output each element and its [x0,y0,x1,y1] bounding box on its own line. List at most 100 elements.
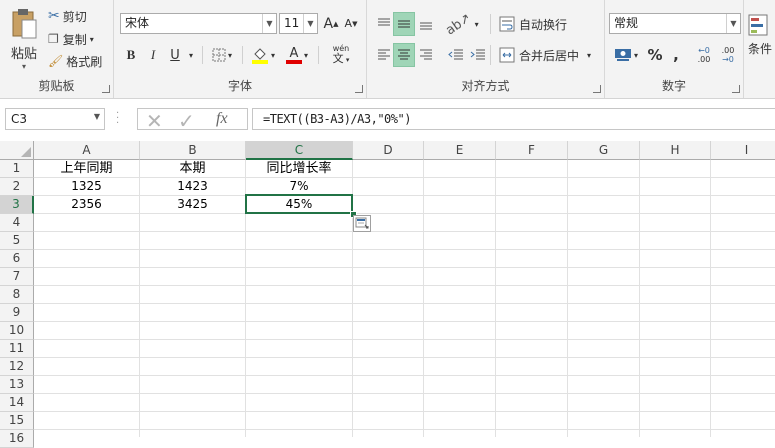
styles-group: 条件 [744,0,775,98]
select-all-button[interactable] [0,141,34,160]
row-header-10[interactable]: 10 [0,322,34,340]
font-color-button[interactable]: A ▾ [282,44,312,66]
row-header-2[interactable]: 2 [0,178,34,196]
splitter-dots-icon[interactable]: · · · [116,109,119,129]
column-header-b[interactable]: B [140,141,246,160]
align-center-button[interactable] [393,43,415,67]
format-painter-label: 格式刷 [66,54,103,69]
align-left-button[interactable] [373,43,395,67]
decrease-decimal-button[interactable]: .00 →0 [717,43,739,67]
accounting-format-button[interactable]: ▾ [611,43,641,67]
chevron-down-icon: ▾ [21,61,26,71]
align-right-button[interactable] [415,43,437,67]
copy-button[interactable]: ❐ 复制 ▾ [48,29,94,49]
cell-c3-selected[interactable]: 45% [245,194,353,214]
row-header-7[interactable]: 7 [0,268,34,286]
row-header-3[interactable]: 3 [0,196,34,214]
row-header-15[interactable]: 15 [0,412,34,430]
font-name-select[interactable]: 宋体 ▼ [120,13,277,34]
dialog-launcher-icon[interactable] [732,85,740,93]
cell-b3[interactable]: 3425 [140,196,246,214]
decrease-indent-button[interactable] [445,43,467,67]
row-header-6[interactable]: 6 [0,250,34,268]
column-header-i[interactable]: I [711,141,775,160]
dialog-launcher-icon[interactable] [593,85,601,93]
chevron-down-icon: ▼ [262,14,276,33]
wrap-text-button[interactable]: 自动换行 [499,12,567,36]
format-painter-button[interactable]: 🖌 格式刷 [48,51,102,71]
column-header-d[interactable]: D [353,141,424,160]
increase-indent-button[interactable] [467,43,489,67]
align-middle-button[interactable] [393,12,415,36]
cancel-icon[interactable]: ✕ [146,109,163,133]
column-header-h[interactable]: H [640,141,711,160]
cell-b2[interactable]: 1423 [140,178,246,196]
formula-bar: C3 ▼ · · · ✕ ✓ fx =TEXT((B3-A3)/A3,"0%") [0,99,775,139]
row-header-5[interactable]: 5 [0,232,34,250]
cell-c1[interactable]: 同比增长率 [246,160,353,178]
orientation-button[interactable]: ab↗ ▾ [443,10,479,38]
column-header-g[interactable]: G [568,141,640,160]
paste-button[interactable]: 粘贴 ▾ [4,4,44,74]
align-top-button[interactable] [373,12,395,36]
cell-a2[interactable]: 1325 [34,178,140,196]
brush-icon: 🖌 [48,54,64,68]
decrease-indent-icon [448,49,463,60]
row-header-4[interactable]: 4 [0,214,34,232]
cell-a1[interactable]: 上年同期 [34,160,140,178]
increase-decimal-button[interactable]: ←0 .00 [693,43,715,67]
conditional-formatting-icon [748,14,768,35]
column-header-f[interactable]: F [496,141,568,160]
row-header-12[interactable]: 12 [0,358,34,376]
italic-button[interactable]: I [144,44,162,66]
number-format-select[interactable]: 常规 ▼ [609,13,741,34]
phonetic-button[interactable]: wén 文 ▾ [326,42,356,68]
fill-color-button[interactable]: ▾ [248,44,278,66]
row-header-9[interactable]: 9 [0,304,34,322]
quick-analysis-button[interactable] [353,215,371,232]
column-header-c[interactable]: C [246,141,353,160]
quick-analysis-icon [355,217,369,229]
italic-label: I [150,47,156,62]
comma-style-button[interactable]: , [667,43,685,67]
underline-button[interactable]: U [166,44,184,66]
percent-style-button[interactable]: % [645,43,665,67]
dialog-launcher-icon[interactable] [102,85,110,93]
column-header-e[interactable]: E [424,141,496,160]
percent-label: % [647,46,663,64]
grow-font-button[interactable]: A ▲ [322,13,340,34]
row-header-13[interactable]: 13 [0,376,34,394]
formula-input[interactable]: =TEXT((B3-A3)/A3,"0%") [252,108,775,130]
cell-b1[interactable]: 本期 [140,160,246,178]
align-bottom-button[interactable] [415,12,437,36]
underline-label: U [170,47,180,63]
check-icon[interactable]: ✓ [178,109,195,133]
dialog-launcher-icon[interactable] [355,85,363,93]
name-box[interactable]: C3 ▼ [5,108,105,130]
cell-a3[interactable]: 2356 [34,196,140,214]
cut-button[interactable]: ✂ 剪切 [48,6,87,26]
insert-function-button[interactable]: fx [216,110,228,128]
text-orientation-icon: ab↗ [443,10,475,38]
shrink-font-button[interactable]: A ▼ [342,13,360,34]
row-header-11[interactable]: 11 [0,340,34,358]
borders-button[interactable]: ▾ [208,44,236,66]
row-header-16[interactable]: 16 [0,430,34,448]
border-icon [212,48,226,62]
conditional-formatting-button[interactable]: 条件 [748,10,775,60]
column-header-a[interactable]: A [34,141,140,160]
clipboard-group-label: 剪贴板 [38,79,75,93]
bold-button[interactable]: B [122,44,140,66]
font-name-value: 宋体 [125,16,150,30]
row-header-14[interactable]: 14 [0,394,34,412]
phonetic-bottom-label: 文 [332,52,344,65]
row-header-8[interactable]: 8 [0,286,34,304]
merge-center-button[interactable]: 合并后居中 ▾ [499,43,591,67]
merge-icon [499,47,515,63]
row-header-1[interactable]: 1 [0,160,34,178]
worksheet-grid[interactable]: A B C D E F G H I 1 2 3 4 5 6 7 8 9 10 1… [0,141,775,448]
paste-icon [12,8,37,38]
underline-dropdown[interactable]: ▾ [186,44,196,66]
chevron-down-icon: ▼ [726,14,740,33]
font-size-select[interactable]: 11 ▼ [279,13,318,34]
